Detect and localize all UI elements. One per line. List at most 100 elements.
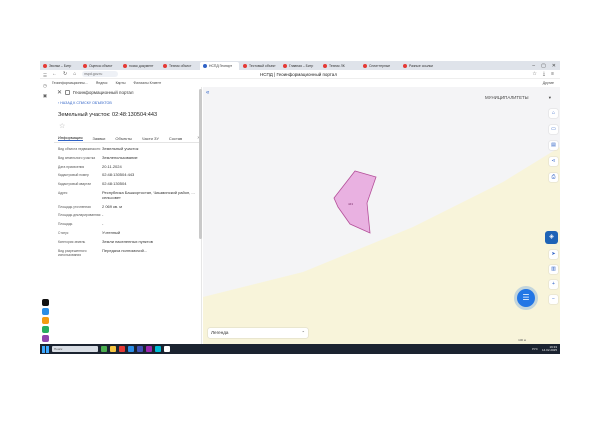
- chat-icon[interactable]: ☰: [517, 289, 535, 307]
- browser-tab-label: Тестовый объект: [249, 63, 276, 68]
- panel-tab[interactable]: Заявки: [93, 136, 106, 141]
- attribute-label: Кадастровый квартал: [58, 182, 92, 187]
- attribute-value: Землепользование: [102, 154, 138, 160]
- taskbar-search[interactable]: Поиск: [52, 346, 98, 352]
- app-icon[interactable]: [128, 346, 134, 352]
- panel-tab[interactable]: Объекты: [115, 136, 132, 141]
- home-icon[interactable]: ⌂: [73, 71, 76, 77]
- browser-tab[interactable]: Техник ЛК: [320, 62, 359, 70]
- attribute-row: Дата присвоения 20.11.2024: [58, 163, 201, 170]
- browser-tab-label: Разные ссылки: [409, 63, 433, 68]
- panel-scrollbar[interactable]: [199, 89, 202, 239]
- favicon-icon: [203, 63, 207, 68]
- clock-icon[interactable]: ◷: [42, 82, 49, 89]
- layer-select[interactable]: МУНИЦИПАЛИТЕТЫ ▾: [483, 93, 553, 102]
- layers-icon[interactable]: ◈: [545, 231, 558, 244]
- zoom-in-icon[interactable]: +: [549, 280, 558, 289]
- bookmark-item[interactable]: Геоинформационны...: [52, 81, 88, 85]
- back-arrow-icon[interactable]: ←: [52, 71, 57, 77]
- folder-icon[interactable]: [110, 346, 116, 352]
- minimize-icon[interactable]: –: [532, 63, 535, 69]
- chevron-up-icon: ⌃: [301, 330, 305, 335]
- attribute-label: Вид разрешенного использования: [58, 248, 87, 258]
- attribute-row: Категория земель Земли населенных пунктов: [58, 239, 201, 245]
- bookmark-item[interactable]: Филиалы Клиент: [134, 81, 162, 85]
- browser-tab[interactable]: НСПД Геопорт: [200, 61, 239, 70]
- app-icon[interactable]: [164, 346, 170, 352]
- attribute-value: -: [102, 221, 104, 227]
- app-icon[interactable]: [101, 346, 107, 352]
- map-tools-top: ⌂ ▭ ▤ ⋖ ⎙: [549, 109, 558, 182]
- system-tray: РУС 19:33 14.02.2025: [532, 345, 560, 353]
- legend-toggle[interactable]: Легенда ⌃: [208, 328, 308, 338]
- share-icon[interactable]: ⋖: [549, 157, 558, 166]
- browser-tab-label: Главная – Битр: [289, 63, 314, 68]
- menu-icon[interactable]: ≡: [551, 71, 554, 77]
- reload-icon[interactable]: ↻: [63, 71, 67, 77]
- attribute-value: 2 069 кв. м: [102, 203, 122, 209]
- panel-tab[interactable]: Состав: [169, 136, 182, 141]
- bookmark-item[interactable]: Карты: [116, 81, 126, 85]
- app-icon[interactable]: [41, 299, 49, 306]
- app-icon[interactable]: [146, 346, 152, 352]
- browser-tab[interactable]: Оценка объект: [80, 62, 119, 70]
- browser-tab[interactable]: Сплиттерные: [360, 62, 399, 70]
- attribute-value: 20.11.2024: [102, 163, 122, 169]
- browser-tab[interactable]: Тестовый объект: [240, 62, 279, 70]
- close-icon[interactable]: ✕: [57, 89, 62, 96]
- stats-icon[interactable]: ▥: [549, 265, 558, 274]
- panel-header-title: Геоинформационный портал: [73, 89, 134, 95]
- measure-icon[interactable]: ▭: [549, 125, 558, 134]
- maximize-icon[interactable]: ▢: [541, 63, 546, 69]
- parcel-polygon[interactable]: [333, 170, 377, 234]
- browser-tab[interactable]: Главная – Битр: [280, 62, 319, 70]
- attribute-value: Республика Башкортостан, Чишминский райо…: [102, 189, 195, 200]
- locate-icon[interactable]: ➤: [549, 250, 558, 259]
- panel-tab[interactable]: Части ЗУ: [142, 136, 159, 141]
- app-icon[interactable]: [119, 346, 125, 352]
- favorite-star-icon[interactable]: ☆: [54, 122, 201, 130]
- panel-tab[interactable]: Информация: [58, 135, 83, 141]
- back-to-list-link[interactable]: ‹ НАЗАД К СПИСКУ ОБЪЕКТОВ: [54, 101, 201, 105]
- app-icon[interactable]: [41, 308, 49, 315]
- browser-tab[interactable]: Техник объект: [160, 62, 199, 70]
- land-zone: [203, 147, 560, 344]
- attribute-row: Вид земельного участка Землепользование: [58, 154, 201, 161]
- browser-tab[interactable]: поиск документ: [120, 62, 159, 70]
- panel-header: ✕ Геоинформационный портал: [54, 87, 201, 97]
- close-window-icon[interactable]: ✕: [552, 63, 556, 69]
- portal-logo-icon: [65, 89, 71, 95]
- attribute-row: Площадь -: [58, 221, 201, 227]
- layer-select-value: МУНИЦИПАЛИТЕТЫ: [485, 95, 529, 100]
- browser-tab-label: Сплиттерные: [369, 63, 391, 68]
- attribute-label: Статус: [58, 230, 69, 235]
- browser-tab-bar: Звонки – Битр Оценка объект поиск документ…: [40, 61, 560, 70]
- list-icon[interactable]: ☰: [42, 72, 49, 79]
- map-canvas[interactable]: 443: [203, 87, 560, 344]
- bookmark-star-icon[interactable]: ☆: [532, 71, 536, 77]
- app-icon[interactable]: [41, 326, 49, 333]
- back-link-label: НАЗАД К СПИСКУ ОБЪЕКТОВ: [60, 101, 112, 105]
- collapse-panel-icon[interactable]: «: [206, 90, 209, 96]
- bookmark-item[interactable]: Яндекс: [96, 81, 108, 85]
- history-icon[interactable]: ▣: [42, 92, 49, 99]
- language-indicator[interactable]: РУС: [532, 347, 538, 351]
- attribute-label: Кадастровый номер: [58, 173, 89, 178]
- app-icon[interactable]: [41, 335, 49, 342]
- map-view[interactable]: 443 « МУНИЦИПАЛИТЕТЫ ▾ ⌂ ▭ ▤ ⋖ ⎙ ◈ ➤ ▥ +…: [203, 87, 560, 344]
- app-icon[interactable]: [41, 317, 49, 324]
- app-icon[interactable]: [137, 346, 143, 352]
- browser-actions: ☆ ⤓ ≡: [532, 71, 554, 77]
- url-field[interactable]: nspd.gov.ru: [82, 71, 119, 77]
- clock[interactable]: 19:33 14.02.2025: [542, 345, 557, 353]
- home-icon[interactable]: ⌂: [549, 109, 558, 118]
- bookmarks-more[interactable]: Другие: [543, 81, 560, 85]
- scale-bar: 100 м: [518, 338, 526, 342]
- zoom-out-icon[interactable]: −: [549, 295, 558, 304]
- app-icon[interactable]: [155, 346, 161, 352]
- document-icon[interactable]: ▤: [549, 141, 558, 150]
- windows-start-icon[interactable]: [42, 345, 49, 353]
- print-icon[interactable]: ⎙: [549, 173, 558, 182]
- browser-tab[interactable]: Разные ссылки: [400, 62, 439, 70]
- download-icon[interactable]: ⤓: [543, 71, 545, 77]
